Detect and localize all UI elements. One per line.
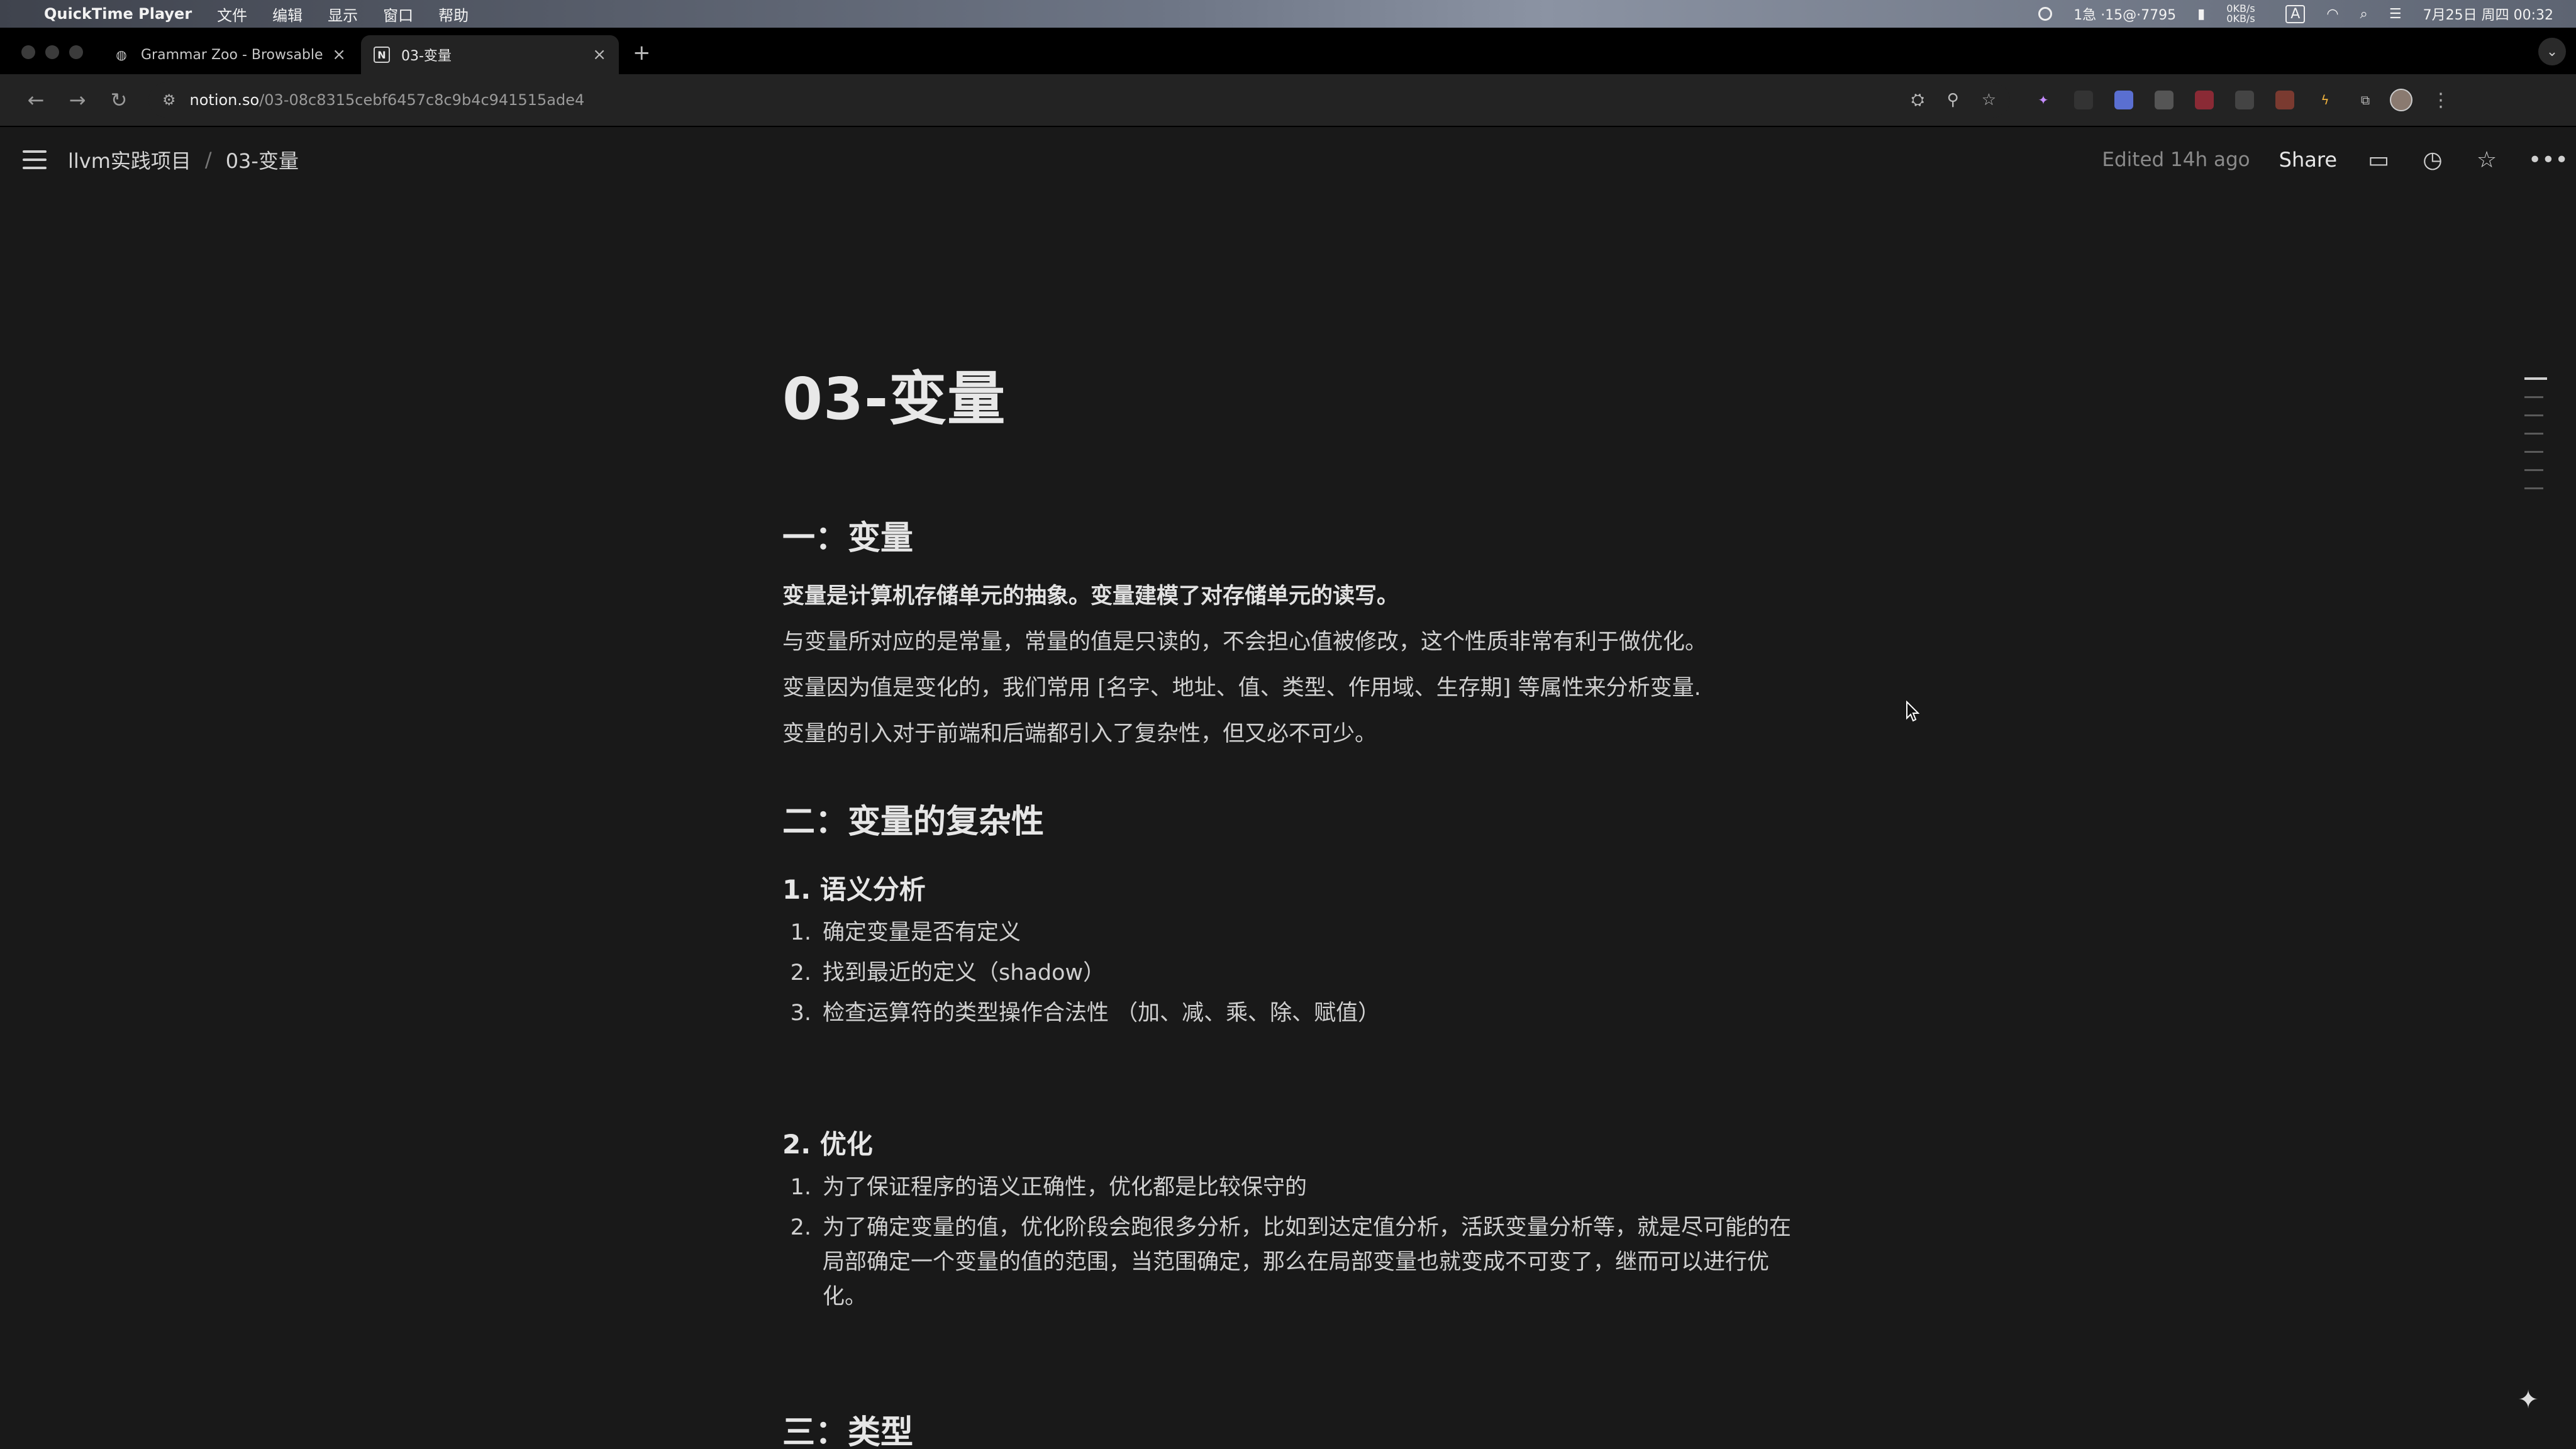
tab-title: Grammar Zoo - Browsable C — [141, 47, 325, 63]
url-host: notion.so — [189, 91, 260, 109]
input-method-icon[interactable]: A — [2285, 4, 2306, 23]
url-path: /03-08c8315cebf6457c8c9b4c941515ade4 — [259, 91, 585, 109]
macos-menubar: QuickTime Player 文件 编辑 显示 窗口 帮助 1急 ·15@·… — [0, 0, 2576, 28]
list-item[interactable]: 2. 为了确定变量的值，优化阶段会跑很多分析，比如到达定值分析，活跃变量分析等，就… — [782, 1211, 1801, 1314]
mouse-cursor-icon — [1906, 701, 1919, 722]
toc-line[interactable] — [2524, 377, 2547, 380]
tab-search-icon[interactable]: ⌄ — [2538, 38, 2566, 65]
extension-icon[interactable] — [2275, 91, 2294, 109]
tab-variables[interactable]: N 03-变量 × — [361, 35, 619, 74]
toc-line[interactable] — [2524, 396, 2543, 398]
menubar-status-area: 1急 ·15@·7795 ▮ 0KB/s 0KB/s A ◠ ⌕ ☰ 7月25日… — [2038, 4, 2553, 24]
extension-icon[interactable] — [2074, 91, 2093, 109]
notion-topbar: llvm实践项目 / 03-变量 Edited 14h ago Share ▭ … — [0, 128, 2576, 191]
toc-line[interactable] — [2524, 487, 2543, 489]
menubar-app-name[interactable]: QuickTime Player — [44, 5, 192, 23]
notion-icon: N — [374, 47, 390, 63]
site-settings-icon[interactable]: ⚙ — [162, 91, 176, 109]
paragraph[interactable]: 变量是计算机存储单元的抽象。变量建模了对存储单元的读写。 — [782, 574, 1801, 619]
share-button[interactable]: Share — [2279, 148, 2337, 172]
menu-view[interactable]: 显示 — [328, 3, 358, 25]
net-speed[interactable]: 0KB/s 0KB/s — [2226, 4, 2264, 24]
close-window-button[interactable] — [21, 45, 35, 59]
extensions-puzzle-icon[interactable]: ⧉ — [2356, 91, 2375, 109]
extensions-area: ✦ ϟ ⧉ — [2034, 91, 2375, 109]
tab-close-icon[interactable]: × — [332, 45, 346, 64]
extension-bolt-icon[interactable]: ϟ — [2316, 91, 2334, 109]
toc-line[interactable] — [2524, 451, 2543, 453]
omnibox-actions: ⛭ ⚲ ☆ — [1911, 91, 1996, 110]
breadcrumb-parent[interactable]: llvm实践项目 — [68, 145, 191, 174]
control-center-icon[interactable]: ☰ — [2389, 6, 2402, 22]
heading-types[interactable]: 三：类型 — [782, 1406, 1801, 1449]
browser-toolbar: ← → ↻ ⚙ notion.so /03-08c8315cebf6457c8c… — [0, 74, 2576, 127]
tab-close-icon[interactable]: × — [592, 45, 606, 64]
menubar-datetime[interactable]: 7月25日 周四 00:32 — [2423, 4, 2553, 24]
menu-file[interactable]: 文件 — [217, 3, 247, 25]
empty-block[interactable] — [782, 1036, 1801, 1097]
bookmark-star-icon[interactable]: ☆ — [1982, 91, 1996, 110]
battery-icon[interactable]: ▮ — [2197, 6, 2205, 22]
table-of-contents[interactable] — [2524, 377, 2547, 489]
status-text[interactable]: 1急 ·15@·7795 — [2074, 4, 2176, 24]
zoom-window-button[interactable] — [69, 45, 83, 59]
toc-line[interactable] — [2524, 433, 2543, 435]
reload-button[interactable]: ↻ — [98, 88, 140, 112]
paragraph[interactable]: 变量因为值是变化的，我们常用 [名字、地址、值、类型、作用域、生存期] 等属性来… — [782, 665, 1801, 711]
browser-tabstrip: ◍ Grammar Zoo - Browsable C × N 03-变量 × … — [0, 28, 2576, 74]
extension-icon[interactable] — [2195, 91, 2214, 109]
spotlight-icon[interactable]: ⌕ — [2360, 6, 2368, 22]
heading-complexity[interactable]: 二：变量的复杂性 — [782, 795, 1801, 842]
breadcrumb-current[interactable]: 03-变量 — [226, 145, 299, 174]
numbered-list: 1. 为了保证程序的语义正确性，优化都是比较保守的 2. 为了确定变量的值，优化阶段… — [782, 1170, 1801, 1314]
history-icon[interactable]: ◷ — [2420, 147, 2445, 173]
window-controls — [21, 45, 83, 59]
back-button[interactable]: ← — [15, 88, 57, 112]
edited-timestamp[interactable]: Edited 14h ago — [2102, 148, 2250, 171]
numbered-list: 1. 确定变量是否有定义 2. 找到最近的定义（shadow） 3. 检查运算符的类型… — [782, 916, 1801, 1031]
extension-icon[interactable] — [2155, 91, 2174, 109]
list-item[interactable]: 2. 找到最近的定义（shadow） — [782, 956, 1801, 991]
comments-icon[interactable]: ▭ — [2366, 147, 2391, 173]
more-options-icon[interactable]: ••• — [2528, 147, 2568, 173]
menu-help[interactable]: 帮助 — [438, 3, 469, 25]
forward-button[interactable]: → — [57, 88, 98, 112]
browser-menu-icon[interactable]: ⋮ — [2431, 89, 2450, 111]
topbar-actions: Edited 14h ago Share ▭ ◷ ☆ ••• — [2102, 147, 2568, 173]
menu-edit[interactable]: 编辑 — [272, 3, 303, 25]
minimize-window-button[interactable] — [45, 45, 59, 59]
menu-window[interactable]: 窗口 — [383, 3, 413, 25]
list-item[interactable]: 3. 检查运算符的类型操作合法性 （加、减、乘、除、赋值） — [782, 996, 1801, 1031]
page-content: 03-变量 一：变量 变量是计算机存储单元的抽象。变量建模了对存储单元的读写。 … — [782, 352, 1801, 1449]
new-tab-button[interactable]: + — [633, 40, 651, 65]
toc-line[interactable] — [2524, 469, 2543, 471]
profile-avatar[interactable] — [2390, 89, 2412, 111]
heading-optimization[interactable]: 2. 优化 — [782, 1123, 1801, 1162]
paragraph[interactable]: 与变量所对应的是常量，常量的值是只读的，不会担心值被修改，这个性质非常有利于做优… — [782, 619, 1801, 665]
ai-sparkle-icon[interactable]: ✦ — [2511, 1382, 2546, 1418]
toc-line[interactable] — [2524, 414, 2543, 416]
page-title[interactable]: 03-变量 — [782, 352, 1801, 436]
translate-icon[interactable]: ⛭ — [1911, 91, 1924, 110]
breadcrumb-separator: / — [204, 148, 212, 172]
extension-icon[interactable] — [2235, 91, 2254, 109]
tab-title: 03-变量 — [401, 48, 452, 64]
zoom-icon[interactable]: ⚲ — [1947, 91, 1959, 110]
empty-block[interactable] — [782, 1320, 1801, 1380]
record-icon[interactable] — [2038, 7, 2053, 21]
globe-icon: ◍ — [116, 47, 127, 62]
heading-semantic-analysis[interactable]: 1. 语义分析 — [782, 869, 1801, 907]
list-item[interactable]: 1. 为了保证程序的语义正确性，优化都是比较保守的 — [782, 1170, 1801, 1205]
extension-icon[interactable] — [2114, 91, 2133, 109]
heading-variables[interactable]: 一：变量 — [782, 511, 1801, 558]
extension-sparkle-icon[interactable]: ✦ — [2034, 91, 2053, 109]
paragraph[interactable]: 变量的引入对于前端和后端都引入了复杂性，但又必不可少。 — [782, 711, 1801, 757]
sidebar-toggle-icon[interactable] — [23, 150, 47, 169]
list-item[interactable]: 1. 确定变量是否有定义 — [782, 916, 1801, 950]
tab-grammar-zoo[interactable]: ◍ Grammar Zoo - Browsable C × — [101, 35, 358, 74]
favorite-star-icon[interactable]: ☆ — [2474, 147, 2499, 173]
address-bar[interactable]: ⚙ notion.so /03-08c8315cebf6457c8c9b4c94… — [148, 82, 2010, 118]
wifi-icon[interactable]: ◠ — [2326, 6, 2338, 22]
